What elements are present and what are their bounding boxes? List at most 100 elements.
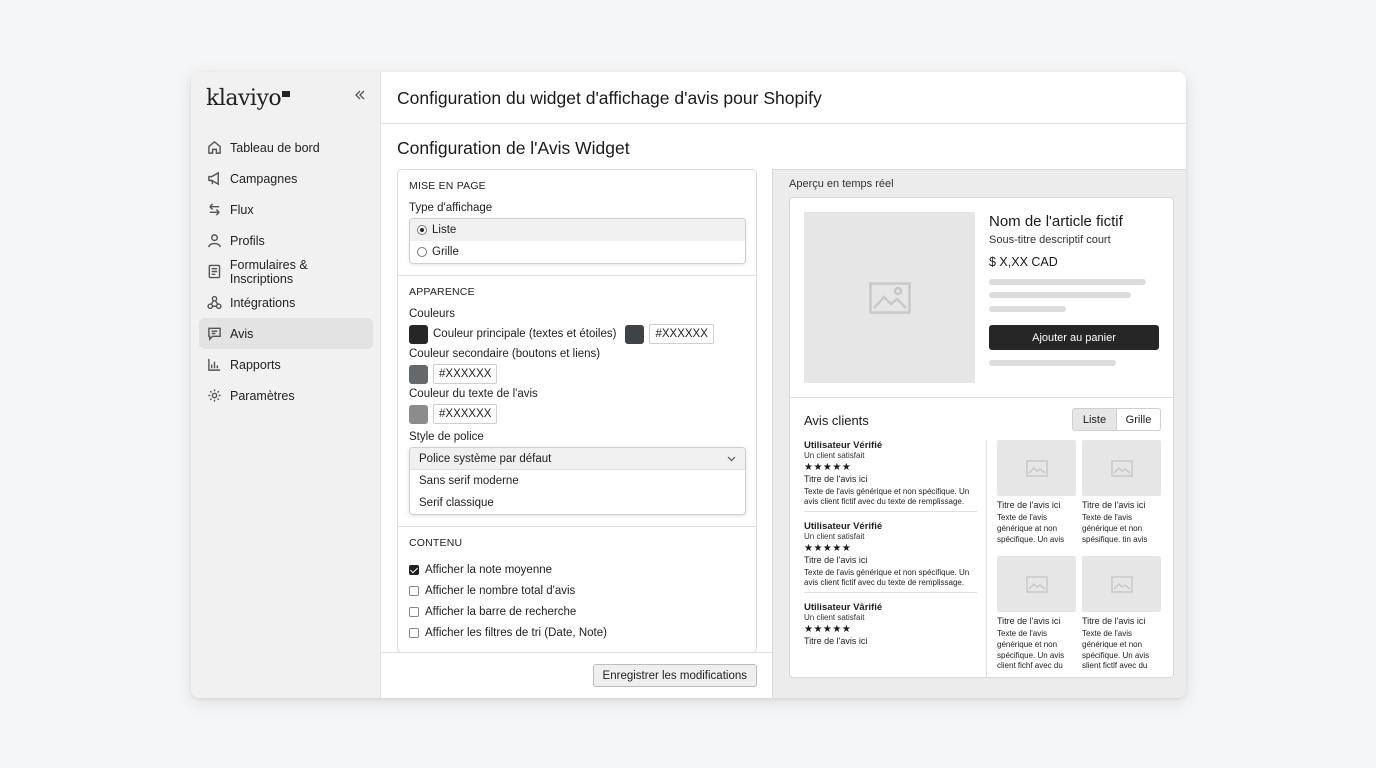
- review-grid-card: Titre de l'avis ici Texte de l'avis géné…: [1082, 440, 1161, 545]
- review-text: Texte de l'avis générique et non spécifi…: [997, 629, 1065, 671]
- sidebar-item-flows[interactable]: Flux: [199, 194, 373, 225]
- primary-color-hex-input[interactable]: #XXXXXX: [649, 324, 714, 344]
- review-grid-card: Titre de l'avis ici Texte de l'avis géné…: [997, 440, 1076, 545]
- arrows-icon: [209, 203, 220, 216]
- review-user-sub: Un client satisfait: [804, 612, 865, 622]
- review-item: Utilisateur Vârifié Un client satisfait …: [804, 602, 977, 652]
- section-title: Configuration de l'Avis Widget: [397, 138, 630, 158]
- image-icon: [1025, 575, 1048, 593]
- sidebar-item-forms[interactable]: Formulaires & Inscriptions: [199, 256, 373, 287]
- product-name: Nom de l'article fictif: [989, 213, 1123, 230]
- review-text: Texte de l'avis générique et non spécifi…: [804, 487, 970, 507]
- app-window: klaviyo Tableau de bord Campagnes Flux P…: [191, 72, 1186, 698]
- review-text: Texte de l'avis générique at non spécifi…: [997, 513, 1065, 544]
- review-title: Titre de l'avis ici: [997, 616, 1061, 626]
- chart-icon: [208, 358, 221, 371]
- preview-title: Aperçu en temps réel: [789, 178, 894, 190]
- sidebar-item-label: Paramètres: [230, 388, 295, 403]
- layout-group: MISE EN PAGE Type d'affichage Liste Gril…: [398, 170, 756, 275]
- review-image-placeholder: [1082, 440, 1161, 496]
- page-title: Configuration du widget d'affichage d'av…: [397, 88, 822, 108]
- toggle-list-button[interactable]: Liste: [1073, 409, 1117, 430]
- star-rating: ★★★★★: [804, 623, 852, 635]
- text-color-row: #XXXXXX: [409, 404, 745, 424]
- toggle-grid-button[interactable]: Grille: [1117, 409, 1160, 430]
- show-sort-filters-checkbox[interactable]: Afficher les filtres de tri (Date, Note): [409, 622, 745, 643]
- secondary-color-hex-input[interactable]: #XXXXXX: [433, 364, 498, 384]
- sidebar-item-reports[interactable]: Rapports: [199, 349, 373, 380]
- checkbox-label: Afficher le nombre total d'avis: [425, 584, 576, 597]
- image-icon: [1110, 459, 1133, 477]
- show-average-rating-checkbox[interactable]: Afficher la note moyenne: [409, 559, 745, 580]
- sidebar-item-profiles[interactable]: Profils: [199, 225, 373, 256]
- review-text: Texte de l'avis générique et non spésifi…: [1082, 513, 1148, 544]
- sidebar-item-label: Rapports: [230, 357, 281, 372]
- add-to-cart-button[interactable]: Ajouter au panier: [989, 325, 1159, 350]
- appearance-group-title: APPARENCE: [409, 286, 475, 298]
- chat-icon: [208, 327, 221, 341]
- collapse-sidebar-button[interactable]: [353, 88, 367, 107]
- show-total-reviews-checkbox[interactable]: Afficher le nombre total d'avis: [409, 580, 745, 601]
- integrations-icon: [207, 295, 222, 310]
- review-item: Utilisateur Vérifié Un client satisfait …: [804, 521, 977, 593]
- sidebar-item-label: Tableau de bord: [230, 140, 320, 155]
- sidebar-item-integrations[interactable]: Intégrations: [199, 287, 373, 318]
- sidebar-item-label: Flux: [230, 202, 254, 217]
- save-bar: Enregistrer les modifications: [381, 652, 772, 698]
- logo-text: klaviyo: [206, 86, 282, 111]
- user-icon: [208, 234, 221, 248]
- sidebar-item-label: Avis: [230, 326, 254, 341]
- radio-selected-icon: [417, 225, 427, 235]
- klaviyo-logo[interactable]: klaviyo: [206, 86, 291, 111]
- sidebar-item-campaigns[interactable]: Campagnes: [199, 163, 373, 194]
- font-style-select[interactable]: Police système par défaut Sans serif mod…: [409, 447, 746, 515]
- display-type-label: Type d'affichage: [409, 202, 493, 214]
- image-icon: [1110, 575, 1133, 593]
- review-title: Titre de l'avis ici: [804, 474, 868, 484]
- review-grid-card: Titre de l'avis ici Texte de l'avis géné…: [1082, 556, 1161, 672]
- sidebar-item-reviews[interactable]: Avis: [199, 318, 373, 349]
- home-icon: [208, 140, 221, 154]
- placeholder-line: [989, 306, 1066, 312]
- review-user: Utilisateur Vârifié: [804, 601, 883, 613]
- sidebar-nav: Tableau de bord Campagnes Flux Profils F…: [199, 132, 373, 411]
- save-changes-button[interactable]: Enregistrer les modifications: [592, 664, 757, 687]
- checkbox-label: Afficher la barre de recherche: [425, 605, 577, 618]
- double-chevron-left-icon: [355, 90, 365, 100]
- sidebar-item-settings[interactable]: Paramètres: [199, 380, 373, 411]
- logo-flag-icon: [282, 91, 291, 97]
- text-color-swatch[interactable]: [409, 404, 428, 424]
- review-grid-card: Titre de l'avis ici Texte de l'avis géné…: [997, 556, 1076, 672]
- primary-color-swatch[interactable]: [409, 324, 428, 344]
- secondary-color-swatch[interactable]: [409, 364, 428, 384]
- display-type-option-grid[interactable]: Grille: [410, 241, 745, 263]
- sidebar-item-dashboard[interactable]: Tableau de bord: [199, 132, 373, 163]
- option-label: Grille: [432, 246, 459, 258]
- font-option-sans[interactable]: Sans serif moderne: [410, 470, 745, 492]
- review-title: Titre de l'avis ici: [804, 554, 868, 565]
- gear-icon: [208, 389, 221, 402]
- divider: [790, 397, 1173, 398]
- page-header: Configuration du widget d'affichage d'av…: [381, 72, 1186, 124]
- font-option-serif[interactable]: Serif classique: [410, 492, 745, 514]
- review-image-placeholder: [1082, 556, 1161, 612]
- megaphone-icon: [208, 171, 219, 186]
- reviews-title: Avis clients: [804, 413, 869, 428]
- text-color-label: Couleur du texte de l'avis: [409, 388, 538, 400]
- review-user: Utilisateur Vérifié: [804, 520, 883, 532]
- sidebar-item-label: Intégrations: [230, 295, 296, 310]
- review-text: Texte de l'avis générique et non spécifi…: [804, 567, 970, 588]
- placeholder-line: [989, 360, 1116, 366]
- review-title: Titre de l'avis ici: [804, 635, 868, 646]
- font-style-selected[interactable]: Police système par défaut: [410, 448, 745, 470]
- review-title: Titre de l'avis ici: [1082, 616, 1146, 626]
- content-group: CONTENU Afficher la note moyenne Affiche…: [398, 527, 756, 643]
- display-type-option-list[interactable]: Liste: [410, 219, 745, 241]
- show-search-bar-checkbox[interactable]: Afficher la barre de recherche: [409, 601, 745, 622]
- primary-color-picker-swatch[interactable]: [625, 324, 645, 344]
- primary-color-row: Couleur principale (textes et étoiles) #…: [409, 324, 745, 344]
- text-color-hex-input[interactable]: #XXXXXX: [433, 404, 498, 424]
- image-icon: [868, 281, 911, 314]
- product-price: $ X,XX CAD: [989, 255, 1058, 269]
- checkbox-icon: [409, 606, 419, 617]
